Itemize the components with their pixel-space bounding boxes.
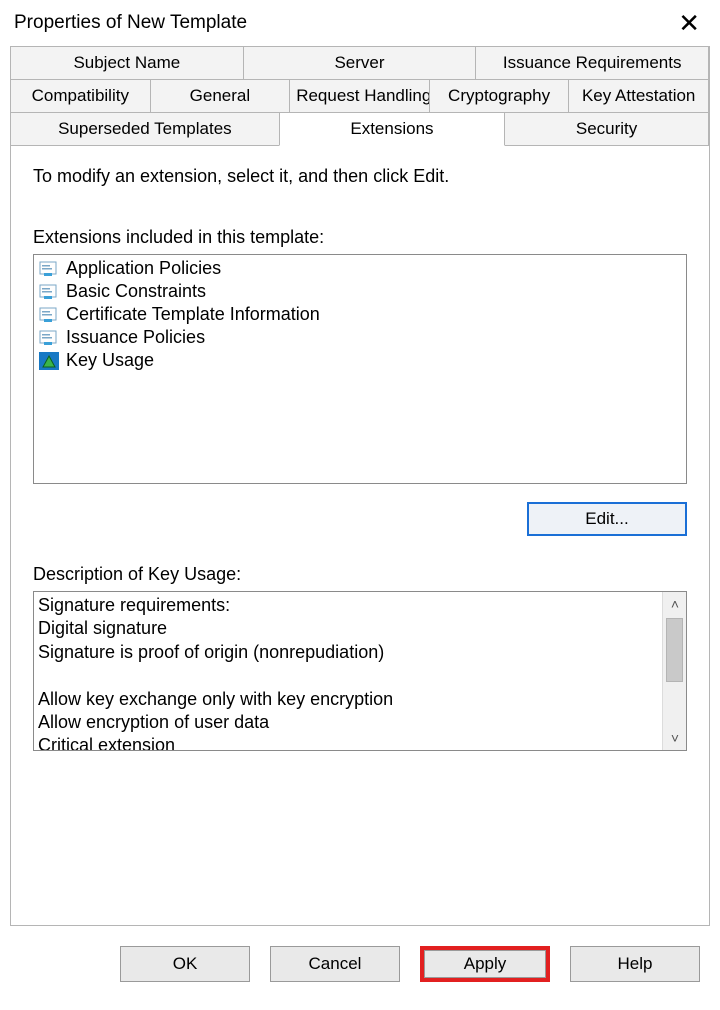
tab-general[interactable]: General — [150, 79, 291, 113]
dialog-buttons: OK Cancel Apply Help — [10, 936, 710, 982]
tab-cryptography[interactable]: Cryptography — [429, 79, 570, 113]
list-item-label: Basic Constraints — [66, 281, 206, 302]
list-item-label: Certificate Template Information — [66, 304, 320, 325]
close-icon[interactable]: ✕ — [672, 10, 706, 36]
tab-panel-extensions: To modify an extension, select it, and t… — [10, 146, 710, 926]
list-item[interactable]: Certificate Template Information — [34, 303, 686, 326]
list-item-label: Key Usage — [66, 350, 154, 371]
description-label: Description of Key Usage: — [33, 564, 687, 585]
tab-subject-name[interactable]: Subject Name — [10, 46, 244, 80]
instruction-text: To modify an extension, select it, and t… — [33, 166, 687, 187]
title-bar: Properties of New Template ✕ — [0, 0, 720, 42]
edit-button[interactable]: Edit... — [527, 502, 687, 536]
tab-strip: Subject Name Server Issuance Requirement… — [10, 46, 710, 146]
tab-security[interactable]: Security — [504, 112, 709, 146]
scrollbar[interactable]: ˄ ˅ — [662, 592, 686, 750]
certificate-icon — [38, 282, 60, 302]
certificate-icon — [38, 259, 60, 279]
cancel-button[interactable]: Cancel — [270, 946, 400, 982]
key-usage-icon — [38, 351, 60, 371]
list-item[interactable]: Basic Constraints — [34, 280, 686, 303]
description-box[interactable]: Signature requirements: Digital signatur… — [33, 591, 687, 751]
tab-request-handling[interactable]: Request Handling — [289, 79, 430, 113]
list-item-label: Issuance Policies — [66, 327, 205, 348]
tab-issuance-requirements[interactable]: Issuance Requirements — [475, 46, 709, 80]
list-item[interactable]: Application Policies — [34, 257, 686, 280]
extensions-list-label: Extensions included in this template: — [33, 227, 687, 248]
scroll-down-icon[interactable]: ˅ — [663, 726, 687, 750]
help-button[interactable]: Help — [570, 946, 700, 982]
tab-server[interactable]: Server — [243, 46, 477, 80]
certificate-icon — [38, 305, 60, 325]
ok-button[interactable]: OK — [120, 946, 250, 982]
certificate-icon — [38, 328, 60, 348]
list-item[interactable]: Issuance Policies — [34, 326, 686, 349]
window-title: Properties of New Template — [14, 12, 247, 34]
list-item[interactable]: Key Usage — [34, 349, 686, 372]
scroll-thumb[interactable] — [666, 618, 683, 682]
tab-compatibility[interactable]: Compatibility — [10, 79, 151, 113]
tab-superseded-templates[interactable]: Superseded Templates — [10, 112, 280, 146]
extensions-listbox[interactable]: Application Policies Basic Constraints C… — [33, 254, 687, 484]
tab-extensions[interactable]: Extensions — [279, 112, 505, 146]
scroll-up-icon[interactable]: ˄ — [663, 592, 687, 616]
list-item-label: Application Policies — [66, 258, 221, 279]
description-text: Signature requirements: Digital signatur… — [34, 592, 660, 751]
apply-highlight: Apply — [420, 946, 550, 982]
tab-key-attestation[interactable]: Key Attestation — [568, 79, 709, 113]
apply-button[interactable]: Apply — [424, 950, 546, 978]
